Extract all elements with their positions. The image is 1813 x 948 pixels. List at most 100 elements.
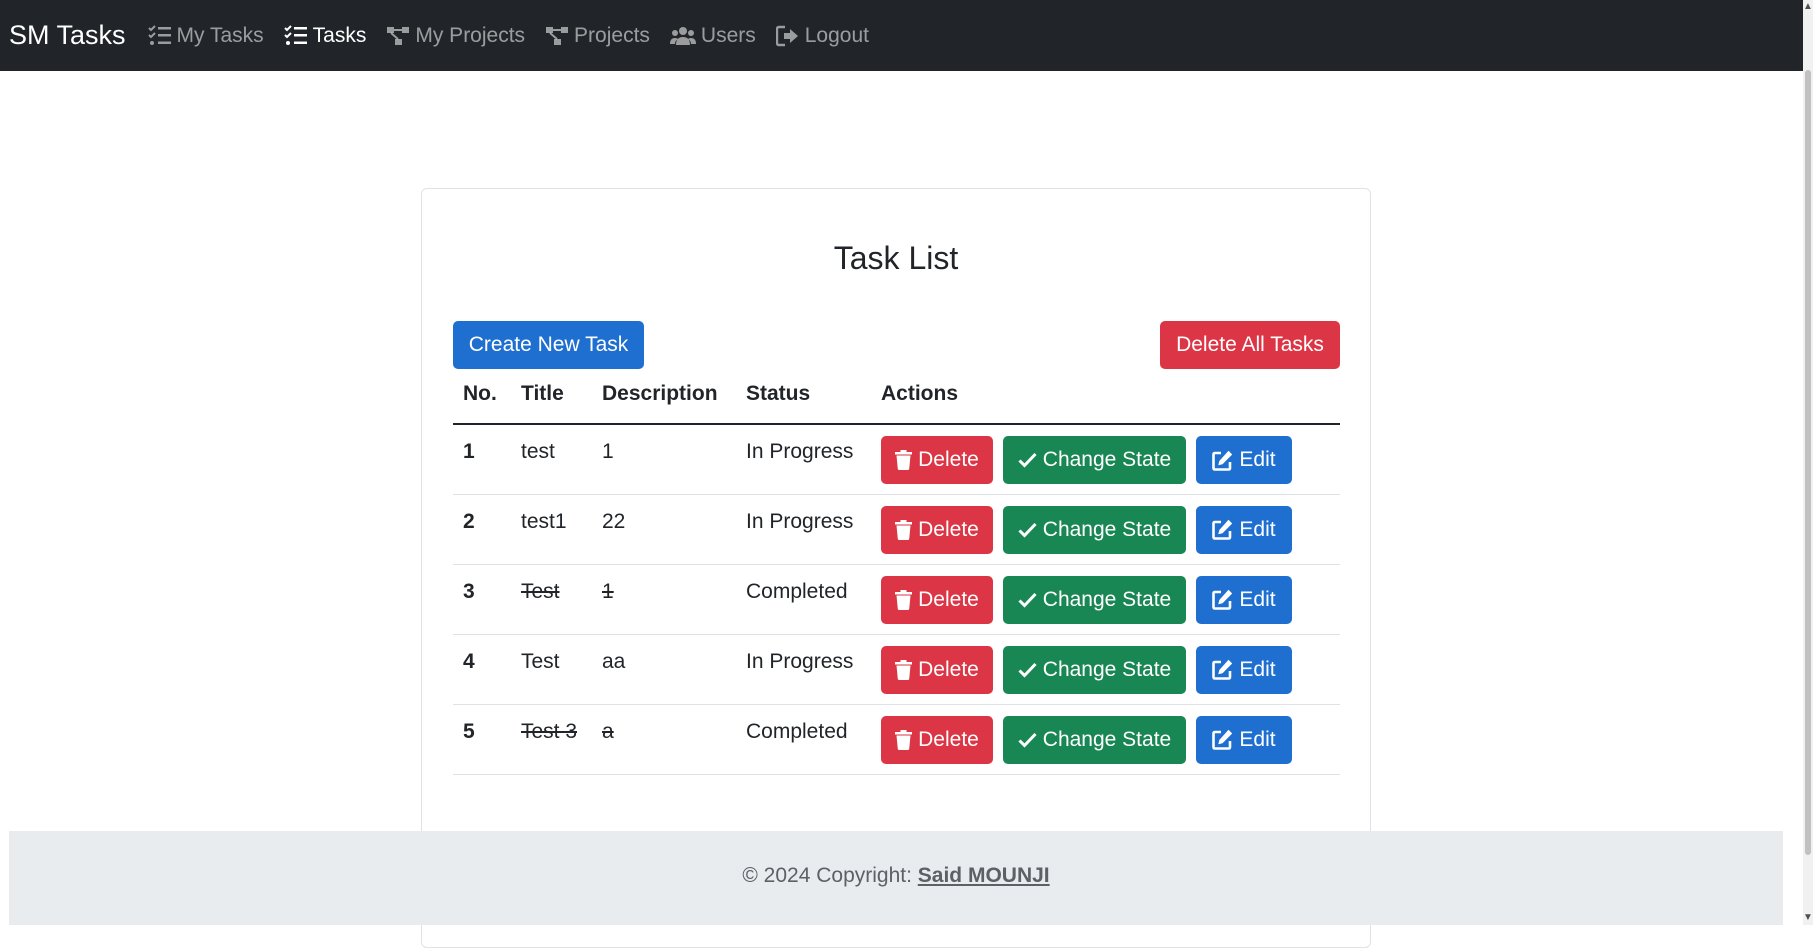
project-diagram-icon (546, 26, 569, 45)
edit-label: Edit (1239, 517, 1276, 541)
task-actions: Delete Change State Edit (871, 704, 1340, 775)
change-state-label: Change State (1042, 587, 1172, 611)
nav-item-tasks[interactable]: Tasks (283, 23, 367, 48)
change-state-label: Change State (1042, 517, 1172, 541)
task-status: In Progress (736, 494, 871, 565)
nav-item-users[interactable]: Users (669, 23, 756, 48)
task-title: Test (511, 634, 592, 705)
delete-task-button[interactable]: Delete (881, 715, 993, 764)
scroll-up-arrow-icon[interactable]: ▲ (1803, 0, 1813, 14)
delete-label: Delete (918, 517, 979, 541)
navbar: SM Tasks My Tasks Tasks My Projects Proj… (0, 0, 1803, 71)
trash-icon (895, 589, 913, 610)
edit-task-button[interactable]: Edit (1196, 505, 1292, 554)
task-list-icon (283, 24, 307, 45)
task-list-icon (147, 24, 171, 45)
task-description: a (592, 704, 736, 775)
column-header-status: Status (736, 380, 871, 425)
nav-item-label: Logout (804, 23, 869, 47)
logout-icon (775, 25, 798, 46)
edit-label: Edit (1239, 727, 1276, 751)
edit-icon (1212, 729, 1233, 750)
create-task-button[interactable]: Create New Task (453, 321, 644, 369)
copyright-prefix: © 2024 Copyright: (742, 864, 918, 887)
change-state-label: Change State (1042, 727, 1172, 751)
edit-task-button[interactable]: Edit (1196, 715, 1292, 764)
column-header-title: Title (511, 380, 592, 425)
delete-label: Delete (918, 727, 979, 751)
edit-icon (1212, 659, 1233, 680)
task-status: Completed (736, 704, 871, 775)
users-icon (669, 26, 696, 45)
nav-item-label: Users (700, 23, 756, 47)
task-actions: Delete Change State Edit (871, 564, 1340, 635)
change-state-button[interactable]: Change State (1003, 505, 1186, 554)
delete-all-label: Delete All Tasks (1176, 333, 1324, 356)
delete-task-button[interactable]: Delete (881, 505, 993, 554)
nav-item-logout[interactable]: Logout (775, 23, 869, 48)
delete-label: Delete (918, 448, 979, 471)
task-description: 1 (592, 564, 736, 635)
create-task-label: Create New Task (468, 333, 629, 356)
task-table: No. Title Description Status Actions 1 te… (453, 380, 1340, 775)
brand-link[interactable]: SM Tasks (9, 20, 126, 51)
check-icon (1018, 732, 1037, 748)
scrollbar-thumb[interactable] (1805, 70, 1811, 855)
edit-task-button[interactable]: Edit (1196, 575, 1292, 624)
task-status: Completed (736, 564, 871, 635)
edit-label: Edit (1239, 657, 1276, 681)
task-description: 1 (592, 424, 736, 495)
delete-task-button[interactable]: Delete (881, 645, 993, 694)
check-icon (1018, 592, 1037, 608)
project-diagram-icon (387, 26, 410, 45)
task-actions: Delete Change State Edit (871, 634, 1340, 705)
task-number: 2 (453, 494, 511, 565)
trash-icon (895, 519, 913, 540)
edit-icon (1212, 519, 1233, 540)
nav-item-my-projects[interactable]: My Projects (386, 24, 525, 48)
delete-label: Delete (918, 657, 979, 681)
table-row: 5 Test 3 a Completed Delete Change State Edit (453, 704, 1340, 775)
column-header-description: Description (592, 380, 736, 425)
task-status: In Progress (736, 424, 871, 495)
task-title: test1 (511, 494, 592, 565)
edit-task-button[interactable]: Edit (1196, 436, 1292, 484)
task-number: 1 (453, 424, 511, 495)
task-actions: Delete Change State Edit (871, 424, 1340, 495)
nav-item-label: My Projects (415, 23, 526, 47)
table-row: 1 test 1 In Progress Delete Change State Edit (453, 424, 1340, 495)
table-row: 4 Test aa In Progress Delete Change State Edit (453, 634, 1340, 705)
delete-label: Delete (918, 587, 979, 611)
task-title: Test (511, 564, 592, 635)
change-state-button[interactable]: Change State (1003, 575, 1186, 624)
task-status: In Progress (736, 634, 871, 705)
change-state-button[interactable]: Change State (1003, 436, 1186, 484)
page-scrollbar[interactable]: ▲ ▼ (1803, 0, 1813, 925)
change-state-button[interactable]: Change State (1003, 645, 1186, 694)
task-number: 5 (453, 704, 511, 775)
column-header-no: No. (453, 380, 511, 425)
delete-all-tasks-button[interactable]: Delete All Tasks (1160, 321, 1340, 369)
nav-item-label: Tasks (312, 23, 367, 47)
edit-icon (1212, 589, 1233, 610)
task-description: aa (592, 634, 736, 705)
author-link[interactable]: Said MOUNJI (918, 864, 1050, 887)
table-row: 2 test1 22 In Progress Delete Change State Edi… (453, 494, 1340, 565)
edit-task-button[interactable]: Edit (1196, 645, 1292, 694)
trash-icon (895, 659, 913, 680)
check-icon (1018, 452, 1037, 468)
check-icon (1018, 662, 1037, 678)
nav-item-label: My Tasks (176, 23, 264, 47)
delete-task-button[interactable]: Delete (881, 575, 993, 624)
nav-item-my-tasks[interactable]: My Tasks (147, 23, 264, 48)
delete-task-button[interactable]: Delete (881, 436, 993, 484)
task-actions: Delete Change State Edit (871, 494, 1340, 565)
scroll-down-arrow-icon[interactable]: ▼ (1803, 911, 1813, 925)
nav-item-projects[interactable]: Projects (545, 24, 650, 48)
change-state-button[interactable]: Change State (1003, 715, 1186, 764)
footer: © 2024 Copyright: Said MOUNJI (9, 831, 1783, 925)
edit-label: Edit (1239, 587, 1276, 611)
table-row: 3 Test 1 Completed Delete Change State Edit (453, 564, 1340, 635)
task-title: Test 3 (511, 704, 592, 775)
page-title: Task List (833, 240, 959, 276)
